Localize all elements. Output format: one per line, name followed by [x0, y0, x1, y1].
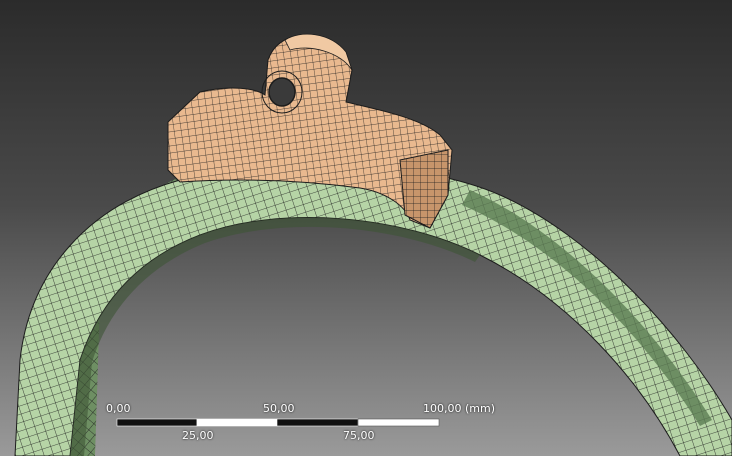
scale-label-50: 50,00 — [263, 402, 295, 415]
scale-seg-4 — [357, 418, 440, 427]
scale-label-0: 0,00 — [106, 402, 131, 415]
bracket-hole[interactable] — [268, 77, 296, 107]
scale-seg-3 — [276, 418, 359, 427]
scale-bar — [116, 418, 440, 427]
scale-label-75: 75,00 — [343, 429, 375, 442]
scale-seg-2 — [196, 418, 278, 427]
scale-seg-1 — [116, 418, 198, 427]
model-viewport[interactable] — [0, 0, 732, 456]
scale-label-100: 100,00 (mm) — [423, 402, 495, 415]
scale-label-25: 25,00 — [182, 429, 214, 442]
